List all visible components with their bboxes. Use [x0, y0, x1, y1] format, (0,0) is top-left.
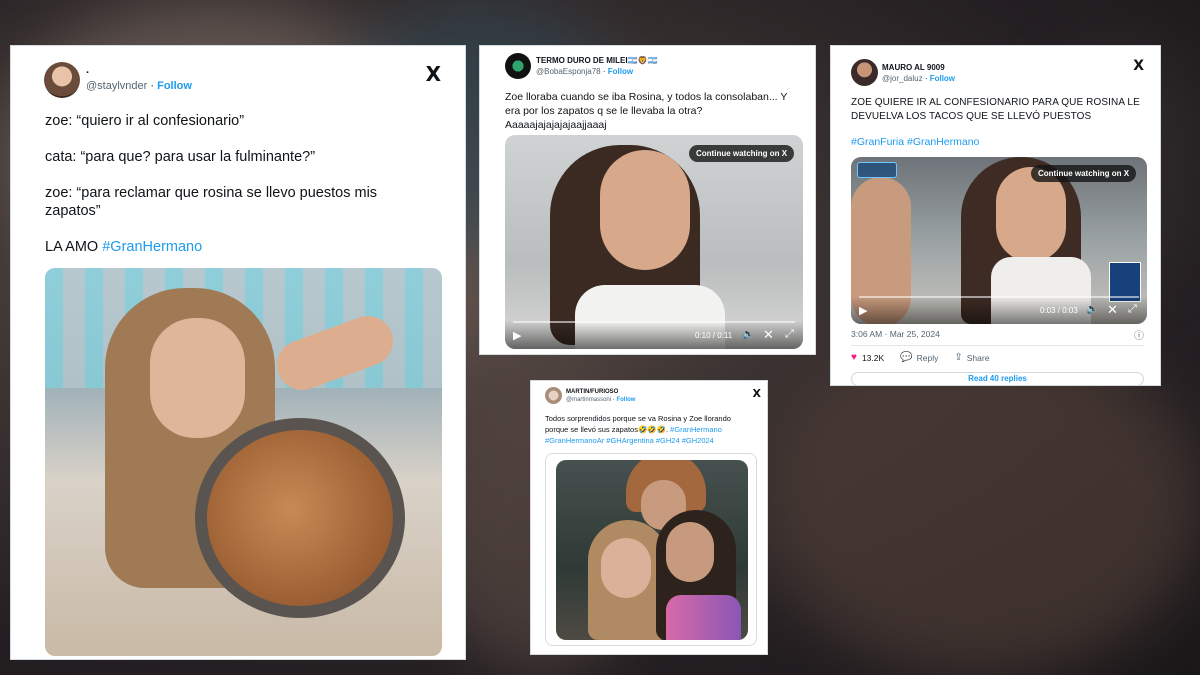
hashtags[interactable]: #GranFuria #GranHermano [851, 136, 979, 148]
handle[interactable]: @jor_daluz [882, 74, 923, 83]
like-count: 13.2K [861, 352, 885, 363]
avatar[interactable] [851, 59, 878, 86]
image-frame [545, 453, 757, 646]
tweet-header: MARTIN/FURIOSO @martinmassoni · Follow X [531, 381, 767, 404]
cake [207, 430, 393, 606]
close-icon[interactable]: ✕ [1107, 302, 1118, 318]
display-name[interactable]: TERMO DURO DE MILEI🇦🇷🦁🇦🇷 [536, 55, 657, 66]
tweet-text: zoe: “quiero ir al confesionario” cata: … [45, 112, 415, 256]
continue-watching-button[interactable]: Continue watching on X [1031, 165, 1137, 182]
avatar[interactable] [44, 62, 80, 98]
person-face [150, 318, 245, 438]
follow-button[interactable]: Follow [930, 74, 955, 83]
avatar[interactable] [505, 53, 531, 79]
avatar[interactable] [545, 387, 562, 404]
tweet-video[interactable]: Continue watching on X ▶ 0:10 / 0:11 🔈 ✕… [505, 135, 803, 349]
tweet-header: TERMO DURO DE MILEI🇦🇷🦁🇦🇷 @BobaEsponja78 … [480, 46, 815, 79]
fullscreen-icon[interactable]: ⤢ [1128, 303, 1137, 316]
person-right-face [666, 522, 714, 582]
x-logo-icon[interactable]: X [426, 62, 441, 86]
play-icon[interactable]: ▶ [859, 304, 867, 317]
tweet-video[interactable]: Continue watching on X ▶ 0:03 / 0:03 🔈 ✕… [851, 157, 1147, 324]
info-icon[interactable]: ⓘ [1134, 327, 1144, 342]
handle[interactable]: @staylvnder [86, 80, 147, 92]
progress-bar[interactable] [859, 296, 1139, 298]
tweet-line: zoe: “quiero ir al confesionario” [45, 113, 245, 129]
hashtag-link[interactable]: #GranHermano [102, 239, 202, 255]
volume-icon[interactable]: 🔈 [742, 329, 754, 340]
tweet-line: cata: “para que? para usar la fulminante… [45, 149, 316, 165]
person-face [600, 150, 690, 270]
timestamp[interactable]: 3:06 AM · Mar 25, 2024 [851, 329, 940, 339]
action-bar: ♥ 13.2K 💬 Reply ⇪ Share [851, 352, 989, 363]
tweet-text: Zoe lloraba cuando se iba Rosina, y todo… [505, 91, 788, 131]
divider [851, 345, 1144, 346]
handle[interactable]: @martinmassoni [566, 397, 611, 403]
share-button[interactable]: Share [967, 353, 990, 363]
x-logo-icon[interactable]: X [753, 387, 761, 400]
tweet-image[interactable] [45, 268, 442, 656]
tweet-card-2: TERMO DURO DE MILEI🇦🇷🦁🇦🇷 @BobaEsponja78 … [479, 45, 816, 355]
tweet-header: MAURO AL 9009 @jor_daluz · Follow X [831, 46, 1160, 86]
x-logo-icon[interactable]: X [1133, 58, 1144, 74]
follow-button[interactable]: Follow [608, 67, 633, 76]
close-icon[interactable]: ✕ [763, 327, 774, 343]
tweet-line: zoe: “para reclamar que rosina se llevo … [45, 185, 378, 219]
tweet-card-4: MARTIN/FURIOSO @martinmassoni · Follow X… [530, 380, 768, 655]
person-left-face [601, 538, 651, 598]
play-icon[interactable]: ▶ [513, 329, 521, 342]
volume-icon[interactable]: 🔈 [1086, 304, 1098, 315]
tweet-text: ZOE QUIERE IR AL CONFESIONARIO PARA QUE … [851, 97, 1140, 122]
reply-button[interactable]: Reply [917, 353, 939, 363]
tweet-header: · @staylvnder · Follow X [11, 46, 465, 98]
tweet-image[interactable] [556, 460, 748, 640]
reply-icon[interactable]: 💬 [900, 352, 912, 363]
like-icon[interactable]: ♥ [851, 352, 857, 363]
display-name[interactable]: MARTIN/FURIOSO [566, 388, 635, 396]
follow-button[interactable]: Follow [616, 397, 635, 403]
share-icon[interactable]: ⇪ [954, 352, 962, 363]
video-controls: ▶ 0:10 / 0:11 🔈 ✕ ⤢ [505, 321, 803, 349]
handle[interactable]: @BobaEsponja78 [536, 67, 601, 76]
tweet-text: Todos sorprendidos porque se va Rosina y… [545, 413, 755, 446]
channel-logo [857, 162, 897, 178]
video-controls: ▶ 0:03 / 0:03 🔈 ✕ ⤢ [851, 296, 1147, 324]
read-replies-button[interactable]: Read 40 replies [851, 372, 1144, 385]
follow-button[interactable]: Follow [157, 80, 192, 92]
closing-text: LA AMO [45, 239, 99, 255]
video-time: 0:10 / 0:11 [695, 331, 733, 340]
person-right-shirt [666, 595, 741, 640]
progress-bar[interactable] [513, 321, 795, 323]
display-name[interactable]: · [86, 68, 192, 80]
tweet-line: LA AMO #GranHermano [45, 238, 415, 256]
video-time: 0:03 / 0:03 [1040, 306, 1078, 315]
tweet-card-1: · @staylvnder · Follow X zoe: “quiero ir… [10, 45, 466, 660]
display-name[interactable]: MAURO AL 9009 [882, 62, 955, 73]
tweet-card-3: MAURO AL 9009 @jor_daluz · Follow X ZOE … [830, 45, 1161, 386]
continue-watching-button[interactable]: Continue watching on X [689, 145, 795, 162]
fullscreen-icon[interactable]: ⤢ [785, 328, 794, 341]
